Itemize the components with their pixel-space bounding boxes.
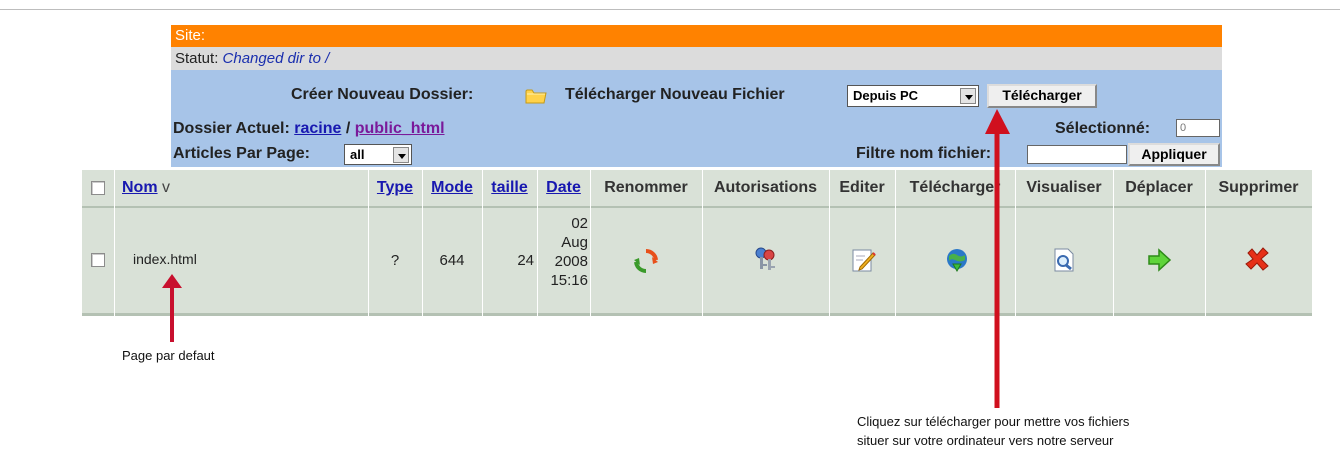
chevron-down-icon [960,88,976,104]
upload-hint-line1: Cliquez sur télécharger pour mettre vos … [857,414,1130,429]
items-per-page-value: all [350,147,365,162]
sort-by-type-link[interactable]: Type [368,170,422,206]
header-divider [82,206,1312,208]
sort-by-name-link[interactable]: Nom [122,179,158,196]
col-name-header: Nom v [122,170,170,206]
create-folder-label: Créer Nouveau Dossier: [291,86,474,103]
breadcrumb-separator: / [345,120,351,137]
sort-by-size-link[interactable]: taille [482,170,537,206]
rename-icon[interactable] [632,247,660,275]
col-move-header: Déplacer [1125,179,1193,196]
status-bar: Statut: Changed dir to / [171,47,1222,70]
date-year: 2008 [554,253,588,270]
keys-icon[interactable] [751,245,779,273]
upload-source-value: Depuis PC [853,88,919,103]
new-folder-icon[interactable] [525,87,547,104]
status-label: Statut: [175,50,219,67]
col-edit-header: Editer [839,179,885,196]
selected-count-field: 0 [1176,119,1220,137]
col-delete-header: Supprimer [1218,179,1299,196]
sort-by-date-link[interactable]: Date [537,170,590,206]
upload-source-select[interactable]: Depuis PC [847,85,979,107]
apply-filter-button[interactable]: Appliquer [1128,143,1220,166]
date-day: 02 [571,215,588,232]
upload-file-label: Télécharger Nouveau Fichier [565,86,785,103]
file-name[interactable]: index.html [133,251,197,267]
breadcrumb-public-html-link[interactable]: public_html [355,120,445,137]
upload-hint-arrow [985,109,1010,408]
sort-indicator: v [162,179,171,196]
items-per-page-label: Articles Par Page: [173,145,310,162]
top-divider [0,9,1340,10]
row-checkbox[interactable] [91,253,105,267]
upload-button[interactable]: Télécharger [987,84,1097,108]
file-date: 02 Aug 2008 15:16 [537,214,588,290]
selected-count-label: Sélectionné: [1055,120,1151,137]
col-rename-header: Renommer [604,179,688,196]
sort-by-mode-link[interactable]: Mode [422,170,482,206]
chevron-down-icon [393,147,409,163]
default-page-note: Page par defaut [122,348,215,363]
breadcrumb: Dossier Actuel: racine / public_html [173,120,445,138]
date-month: Aug [561,234,588,251]
current-dir-label: Dossier Actuel: [173,120,290,137]
col-permissions-header: Autorisations [713,179,818,196]
items-per-page-select[interactable]: all [344,144,412,165]
preview-icon[interactable] [1050,246,1078,274]
status-value: Changed dir to / [222,50,330,67]
file-type: ? [390,252,400,269]
col-divider [114,170,115,316]
breadcrumb-root-link[interactable]: racine [294,120,341,137]
date-time: 15:16 [550,272,588,289]
arrow-right-icon[interactable] [1145,246,1173,274]
site-label: Site: [175,27,206,44]
site-bar: Site: [171,25,1222,47]
filter-label: Filtre nom fichier: [856,145,992,162]
select-all-checkbox[interactable] [91,181,105,195]
default-page-arrow [162,274,182,342]
row-divider [82,313,1312,316]
file-mode: 644 [439,252,465,269]
filter-input[interactable] [1027,145,1127,164]
file-size: 24 [517,252,534,269]
download-globe-icon[interactable] [943,246,971,274]
col-view-header: Visualiser [1026,179,1102,196]
delete-icon[interactable] [1243,245,1271,273]
edit-icon[interactable] [849,246,877,274]
upload-hint-line2: situer sur votre ordinateur vers notre s… [857,433,1114,448]
